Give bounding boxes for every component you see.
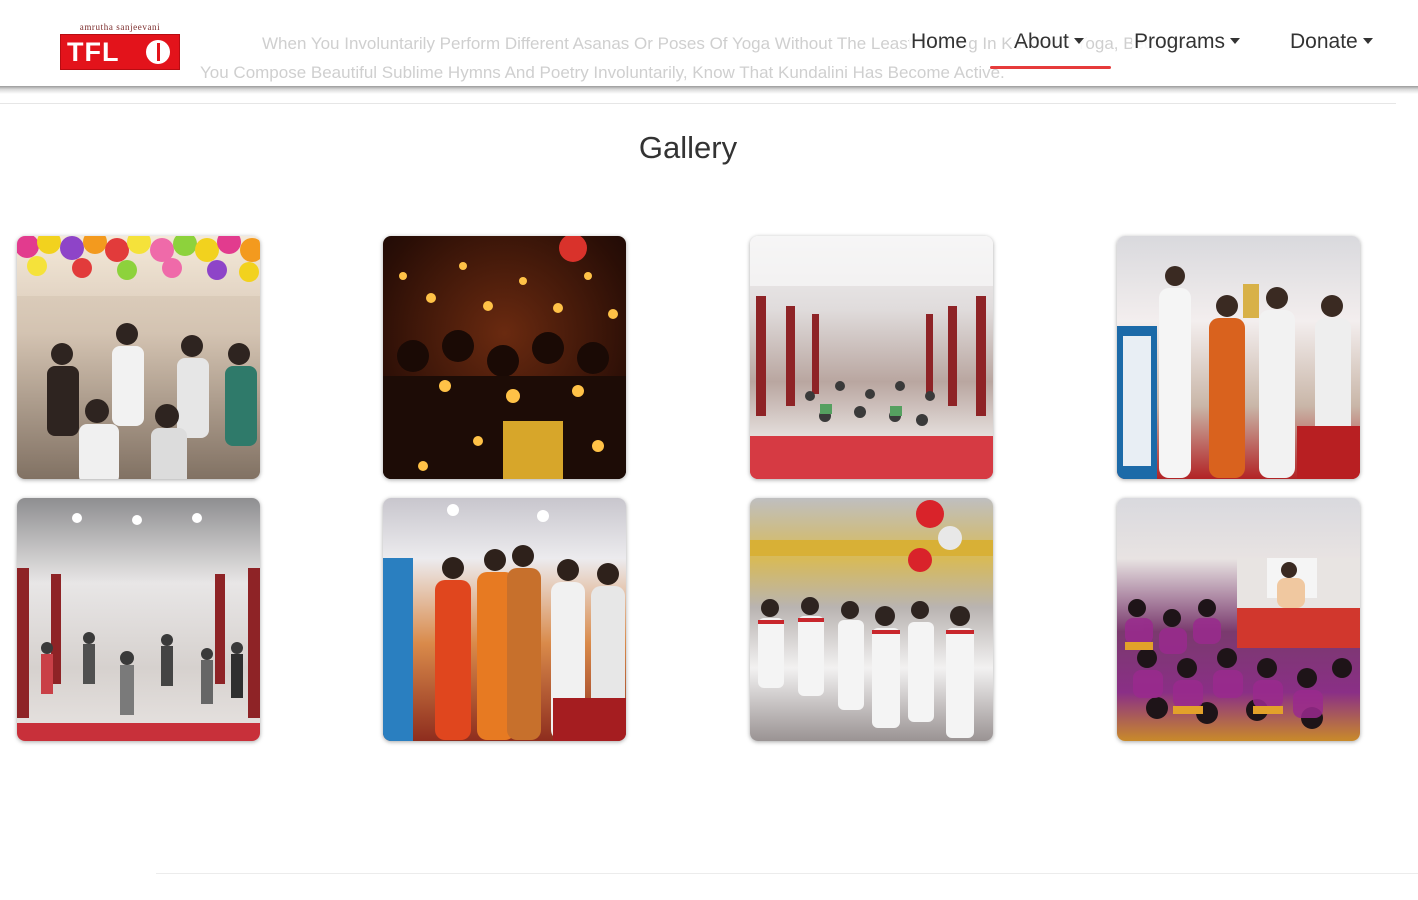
gallery-photo-5[interactable] bbox=[17, 498, 260, 741]
gallery-photo-6[interactable] bbox=[383, 498, 626, 741]
photo-candle-gathering bbox=[383, 236, 626, 479]
gallery-photo-2[interactable] bbox=[383, 236, 626, 479]
gallery-photo-4[interactable] bbox=[1117, 236, 1360, 479]
chevron-down-icon bbox=[1073, 38, 1084, 44]
header-shadow bbox=[0, 86, 1418, 94]
gallery-photo-7[interactable] bbox=[750, 498, 993, 741]
logo-tagline: amrutha sanjeevani bbox=[79, 22, 161, 32]
nav-donate[interactable]: Donate bbox=[1288, 28, 1375, 56]
nav-about[interactable]: About bbox=[1012, 28, 1086, 56]
logo-badge: TFL bbox=[60, 34, 180, 70]
photo-award-presentation bbox=[1117, 266, 1360, 479]
gallery-photo-8[interactable] bbox=[1117, 498, 1360, 741]
nav-programs-label: Programs bbox=[1134, 30, 1226, 53]
photo-seated-session bbox=[1125, 558, 1360, 729]
photo-exercise-hall bbox=[17, 513, 260, 741]
nav-home-label: Home bbox=[911, 30, 968, 53]
photo-decorated-hall-group bbox=[750, 500, 993, 738]
logo-circle-icon bbox=[146, 40, 170, 64]
chevron-down-icon bbox=[1230, 38, 1241, 44]
photo-felicitation bbox=[383, 504, 626, 741]
photo-balloons-celebration bbox=[17, 236, 260, 479]
header-divider bbox=[0, 103, 1396, 104]
gallery-photo-3[interactable] bbox=[750, 236, 993, 479]
footer-divider bbox=[156, 873, 1418, 874]
photo-yoga-hall bbox=[750, 236, 993, 479]
gallery-title: Gallery bbox=[638, 130, 738, 165]
logo-brand-text: TFL bbox=[67, 37, 120, 67]
nav-about-label: About bbox=[1014, 30, 1069, 53]
site-logo[interactable]: amrutha sanjeevani TFL bbox=[60, 22, 180, 70]
nav-active-indicator bbox=[990, 66, 1111, 69]
gallery-photo-1[interactable] bbox=[17, 236, 260, 479]
chevron-down-icon bbox=[1362, 38, 1373, 44]
marquee-text-line2: You Compose Beautiful Sublime Hymns And … bbox=[200, 63, 1005, 82]
nav-home[interactable]: Home bbox=[909, 28, 970, 56]
nav-donate-label: Donate bbox=[1290, 30, 1358, 53]
nav-programs[interactable]: Programs bbox=[1132, 28, 1243, 56]
site-header: When You Involuntarily Perform Different… bbox=[0, 0, 1418, 86]
